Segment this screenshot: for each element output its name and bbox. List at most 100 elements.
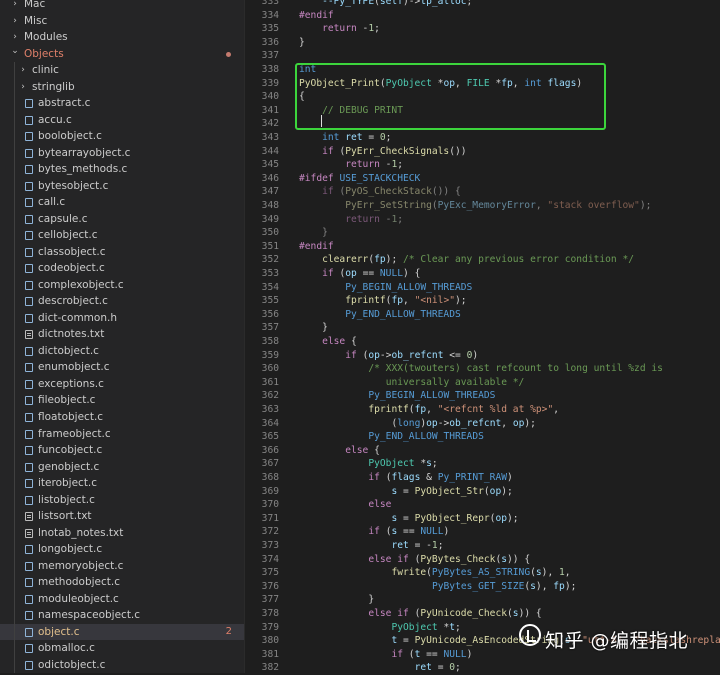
code-line[interactable]: 359 if (op->ob_refcnt <= 0): [245, 349, 720, 363]
code-line[interactable]: 366 else {: [245, 444, 720, 458]
explorer-file-genobject-c[interactable]: genobject.c: [0, 458, 244, 476]
explorer-file-odictobject-c[interactable]: odictobject.c: [0, 656, 244, 673]
explorer-folder-clinic[interactable]: › clinic: [0, 62, 244, 79]
explorer-file-dict-common-h[interactable]: dict-common.h: [0, 309, 244, 327]
code-line[interactable]: 369 s = PyObject_Str(op);: [245, 485, 720, 499]
text-file-icon: [25, 512, 33, 522]
indent-guide: [14, 640, 15, 657]
line-number: 353: [261, 268, 279, 279]
code-line[interactable]: 373 ret = -1;: [245, 539, 720, 553]
c-file-icon: [25, 231, 33, 241]
code-line[interactable]: 334 #endif: [245, 9, 720, 23]
line-number: 381: [261, 648, 279, 660]
explorer-file-floatobject-c[interactable]: floatobject.c: [0, 409, 244, 426]
explorer-file-bytes-methods-c[interactable]: bytes_methods.c: [0, 161, 244, 178]
explorer-folder-modules[interactable]: › Modules: [0, 29, 244, 46]
c-file-icon: [25, 429, 33, 439]
explorer-file-descrobject-c[interactable]: descrobject.c: [0, 293, 244, 310]
code-text: PyObject *s;: [368, 458, 438, 470]
line-number: 355: [261, 295, 279, 307]
explorer-folder-misc[interactable]: › Misc: [0, 13, 244, 30]
explorer-file-moduleobject-c[interactable]: moduleobject.c: [0, 590, 244, 608]
line-number: 334: [261, 9, 279, 21]
explorer-file-cellobject-c[interactable]: cellobject.c: [0, 227, 244, 244]
explorer-file-listobject-c[interactable]: listobject.c: [0, 491, 244, 509]
code-line[interactable]: 348 PyErr_SetString(PyExc_MemoryError, "s…: [245, 199, 720, 213]
explorer-file-bytesobject-c[interactable]: bytesobject.c: [0, 177, 244, 195]
explorer-file-iterobject-c[interactable]: iterobject.c: [0, 475, 244, 492]
line-number: 359: [261, 349, 279, 361]
explorer-folder-stringlib[interactable]: › stringlib: [0, 78, 244, 96]
explorer-file-dictnotes-txt[interactable]: dictnotes.txt: [0, 326, 244, 343]
explorer-item-label: Modules: [24, 31, 68, 44]
code-line[interactable]: 358 else {: [245, 335, 720, 349]
explorer-file-capsule-c[interactable]: capsule.c: [0, 210, 244, 228]
explorer-file-accu-c[interactable]: accu.c: [0, 111, 244, 129]
indent-guide: [14, 62, 15, 79]
explorer-file-obmalloc-c[interactable]: obmalloc.c: [0, 640, 244, 657]
explorer-file-bytearrayobject-c[interactable]: bytearrayobject.c: [0, 144, 244, 162]
code-line[interactable]: 372 if (s == NULL): [245, 525, 720, 539]
code-line[interactable]: 371 s = PyObject_Repr(op);: [245, 512, 720, 526]
explorer-file-call-c[interactable]: call.c: [0, 194, 244, 211]
code-line[interactable]: 336}: [245, 36, 720, 50]
explorer-file-memoryobject-c[interactable]: memoryobject.c: [0, 557, 244, 575]
code-line[interactable]: 377}: [245, 593, 720, 607]
code-line[interactable]: 346 #ifdef USE_STACKCHECK: [245, 172, 720, 186]
explorer-file-frameobject-c[interactable]: frameobject.c: [0, 425, 244, 443]
code-line[interactable]: 374 else if (PyBytes_Check(s)) {: [245, 553, 720, 567]
explorer-file-lnotab-notes-txt[interactable]: lnotab_notes.txt: [0, 524, 244, 542]
code-line[interactable]: 354 Py_BEGIN_ALLOW_THREADS: [245, 281, 720, 295]
explorer-file-boolobject-c[interactable]: boolobject.c: [0, 128, 244, 145]
code-text: else if (PyBytes_Check(s)) {: [368, 553, 531, 565]
line-number: 335: [261, 23, 279, 35]
code-line[interactable]: 337: [245, 49, 720, 63]
explorer-file-namespaceobject-c[interactable]: namespaceobject.c: [0, 607, 244, 624]
explorer-file-enumobject-c[interactable]: enumobject.c: [0, 359, 244, 376]
code-line[interactable]: 367 PyObject *s;: [245, 457, 720, 471]
code-line[interactable]: 365 Py_END_ALLOW_THREADS: [245, 430, 720, 444]
explorer-file-listsort-txt[interactable]: listsort.txt: [0, 508, 244, 525]
code-line[interactable]: 378 else if (PyUnicode_Check(s)) {: [245, 607, 720, 621]
explorer-file-classobject-c[interactable]: classobject.c: [0, 243, 244, 261]
code-line[interactable]: 370 else: [245, 498, 720, 512]
code-line[interactable]: 335 return -1;: [245, 22, 720, 36]
code-line[interactable]: 375 fwrite(PyBytes_AS_STRING(s), 1,: [245, 566, 720, 580]
indent-guide: [14, 293, 15, 310]
explorer-file-object-c[interactable]: object.c 2: [0, 623, 244, 641]
explorer-folder-objects[interactable]: ⌄ Objects: [0, 46, 244, 63]
code-line[interactable]: 355 fprintf(fp, "<nil>");: [245, 294, 720, 308]
code-line[interactable]: 350}: [245, 226, 720, 240]
code-line[interactable]: 347 if (PyOS_CheckStack()) {: [245, 185, 720, 199]
code-line[interactable]: 362 Py_BEGIN_ALLOW_THREADS: [245, 389, 720, 403]
explorer-file-exceptions-c[interactable]: exceptions.c: [0, 375, 244, 393]
explorer-folder-mac[interactable]: › Mac: [0, 0, 244, 13]
code-line[interactable]: 351 #endif: [245, 240, 720, 254]
code-line[interactable]: 356 Py_END_ALLOW_THREADS: [245, 308, 720, 322]
code-line[interactable]: 376 PyBytes_GET_SIZE(s), fp);: [245, 580, 720, 594]
code-line[interactable]: 363 fprintf(fp, "<refcnt %ld at %p>",: [245, 403, 720, 417]
code-line[interactable]: 368 if (flags & Py_PRINT_RAW): [245, 471, 720, 485]
explorer-file-fileobject-c[interactable]: fileobject.c: [0, 392, 244, 409]
code-line[interactable]: 344 if (PyErr_CheckSignals()): [245, 145, 720, 159]
code-line[interactable]: 360 /* XXX(twouters) cast refcount to lon…: [245, 362, 720, 376]
code-line[interactable]: 333 --Py_TYPE(self)->tp_alloc;: [245, 0, 720, 9]
code-line[interactable]: 361 universally available */: [245, 376, 720, 390]
code-line[interactable]: 343 int ret = 0;: [245, 131, 720, 145]
explorer-file-dictobject-c[interactable]: dictobject.c: [0, 342, 244, 360]
explorer-file-codeobject-c[interactable]: codeobject.c: [0, 260, 244, 277]
line-number: 345: [261, 159, 279, 171]
code-line[interactable]: 357}: [245, 321, 720, 335]
explorer-file-funcobject-c[interactable]: funcobject.c: [0, 442, 244, 459]
code-line[interactable]: 349 return -1;: [245, 213, 720, 227]
explorer-file-methodobject-c[interactable]: methodobject.c: [0, 574, 244, 591]
code-line[interactable]: 345 return -1;: [245, 158, 720, 172]
code-line[interactable]: 364 (long)op->ob_refcnt, op);: [245, 417, 720, 431]
explorer-item-label: namespaceobject.c: [38, 609, 141, 622]
explorer-file-abstract-c[interactable]: abstract.c: [0, 95, 244, 112]
code-line[interactable]: 352 clearerr(fp); /* Clear any previous e…: [245, 253, 720, 267]
code-line[interactable]: 353 if (op == NULL) {: [245, 267, 720, 281]
explorer-file-complexobject-c[interactable]: complexobject.c: [0, 276, 244, 294]
explorer-item-label: moduleobject.c: [38, 592, 119, 605]
explorer-file-longobject-c[interactable]: longobject.c: [0, 541, 244, 558]
